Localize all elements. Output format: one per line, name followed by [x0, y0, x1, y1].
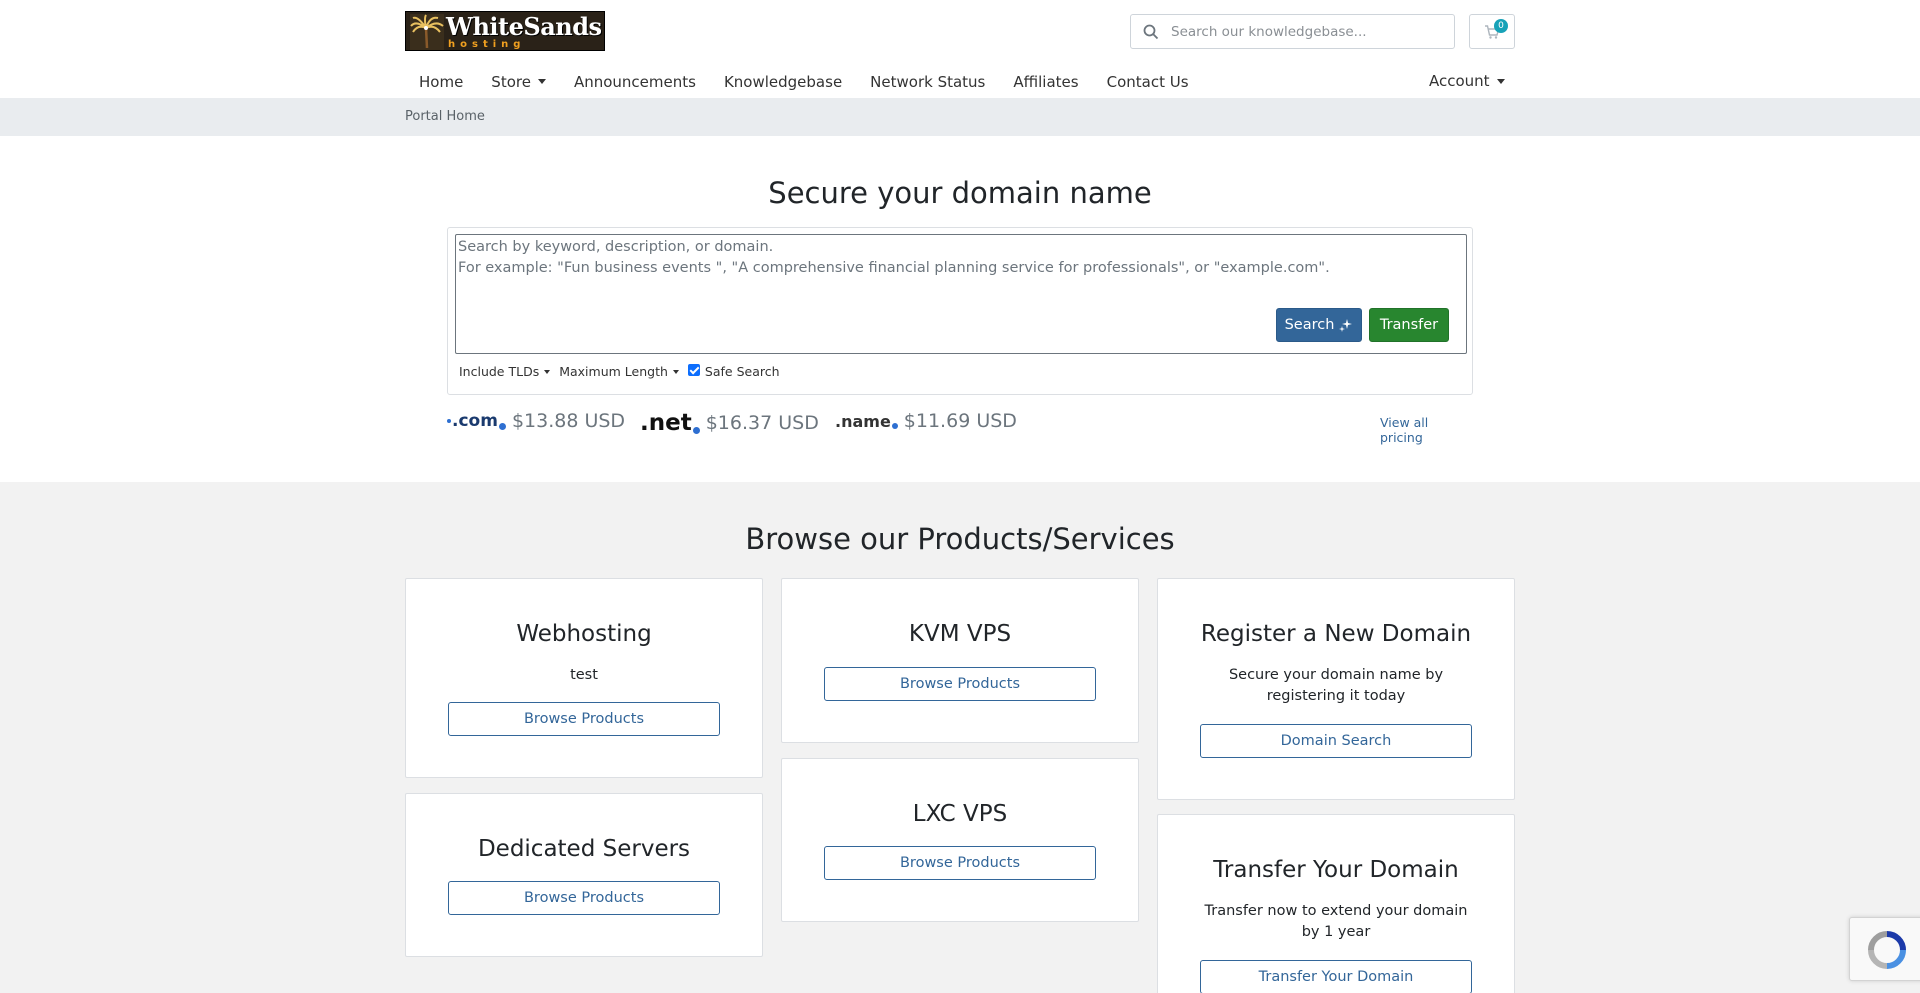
- sparkle-icon: [1339, 319, 1353, 332]
- nav-knowledgebase-label: Knowledgebase: [723, 72, 843, 91]
- tld-name-logo: .name: [835, 412, 898, 431]
- knowledgebase-search-input[interactable]: [1171, 15, 1449, 48]
- lxc-vps-browse-products-button[interactable]: Browse Products: [824, 846, 1096, 880]
- nav-contact-us[interactable]: Contact Us: [1093, 68, 1203, 95]
- nav-affiliates-label: Affiliates: [1013, 72, 1079, 91]
- tld-name-name: .name: [835, 411, 891, 431]
- caret-down-icon: [1496, 78, 1505, 84]
- maximum-length-label: Maximum Length: [559, 364, 668, 379]
- products-section-title: Browse our Products/Services: [745, 522, 1175, 556]
- dot-icon: [447, 419, 451, 423]
- kvm-vps-browse-products-button[interactable]: Browse Products: [824, 667, 1096, 701]
- domain-search-panel: Search by keyword, description, or domai…: [447, 227, 1473, 395]
- nav-store[interactable]: Store: [477, 68, 560, 95]
- product-card-title: Transfer Your Domain: [1213, 857, 1459, 883]
- domain-search-section: Secure your domain name Search by keywor…: [0, 136, 1920, 482]
- tld-com-name: .com: [452, 411, 498, 431]
- caret-down-icon: [537, 79, 546, 84]
- domain-search-placeholder-line1: Search by keyword, description, or domai…: [458, 239, 774, 255]
- dedicated-servers-browse-products-button[interactable]: Browse Products: [448, 881, 720, 915]
- product-card-title: Dedicated Servers: [477, 836, 691, 862]
- nav-home-label: Home: [419, 72, 464, 91]
- webhosting-browse-products-button[interactable]: Browse Products: [448, 702, 720, 736]
- product-card-lxc-vps: LXC VPS Browse Products: [781, 758, 1139, 922]
- tld-com-logo: .com: [447, 411, 506, 431]
- domain-transfer-button[interactable]: Transfer: [1369, 308, 1449, 342]
- product-card-transfer-domain: Transfer Your Domain Transfer now to ext…: [1157, 814, 1515, 993]
- nav-network-status[interactable]: Network Status: [856, 68, 999, 95]
- maximum-length-dropdown[interactable]: Maximum Length: [559, 364, 679, 379]
- view-all-pricing-link[interactable]: View all pricing: [1380, 415, 1473, 445]
- tld-net-price: $16.37 USD: [705, 412, 819, 434]
- nav-affiliates[interactable]: Affiliates: [999, 68, 1092, 95]
- product-card-title: KVM VPS: [908, 621, 1012, 647]
- cart-count-badge: 0: [1494, 19, 1508, 33]
- search-icon: [1143, 24, 1159, 40]
- nav-network-status-label: Network Status: [870, 72, 986, 91]
- tld-name-price: $11.69 USD: [903, 410, 1017, 432]
- caret-down-icon: [672, 369, 679, 374]
- include-tlds-label: Include TLDs: [459, 364, 540, 379]
- domain-search-options: Include TLDs Maximum Length Safe Search: [459, 363, 789, 379]
- tld-pricing-row: .com $13.88 USD .net $16.37 USD .name $1…: [447, 410, 1473, 445]
- product-card-kvm-vps: KVM VPS Browse Products: [781, 578, 1139, 743]
- transfer-domain-card-button[interactable]: Transfer Your Domain: [1200, 960, 1472, 993]
- safe-search-option: Safe Search: [687, 363, 780, 379]
- domain-section-title: Secure your domain name: [768, 176, 1152, 210]
- nav-contact-us-label: Contact Us: [1106, 72, 1189, 91]
- product-card-title: Webhosting: [516, 621, 652, 647]
- tld-com-price: $13.88 USD: [511, 410, 626, 432]
- product-card-title: LXC VPS: [912, 801, 1008, 827]
- domain-search-textarea[interactable]: Search by keyword, description, or domai…: [455, 234, 1467, 354]
- logo-sub-text: hosting: [448, 39, 526, 50]
- knowledgebase-search: [1130, 14, 1455, 49]
- nav-account-label: Account: [1429, 72, 1490, 90]
- dot-icon: [498, 422, 506, 430]
- palm-tree-icon: [410, 14, 444, 50]
- dot-icon: [891, 422, 898, 429]
- site-logo[interactable]: WhiteSands hosting: [405, 11, 605, 51]
- main-nav: Home Store Announcements Knowledgebase N…: [405, 68, 1203, 95]
- nav-announcements[interactable]: Announcements: [560, 68, 710, 95]
- product-card-dedicated-servers: Dedicated Servers Browse Products: [405, 793, 763, 957]
- logo-brand-text: WhiteSands: [446, 12, 602, 41]
- safe-search-checkbox[interactable]: [687, 363, 700, 376]
- tld-com: .com $13.88 USD: [447, 410, 625, 432]
- dot-icon: [692, 426, 700, 434]
- site-header: WhiteSands hosting 0 Home Store Announce…: [0, 0, 1920, 99]
- products-section: Browse our Products/Services Webhosting …: [0, 482, 1920, 993]
- caret-down-icon: [544, 369, 551, 374]
- product-card-register-domain: Register a New Domain Secure your domain…: [1157, 578, 1515, 800]
- include-tlds-dropdown[interactable]: Include TLDs: [459, 364, 551, 379]
- domain-search-card-button[interactable]: Domain Search: [1200, 724, 1472, 758]
- nav-announcements-label: Announcements: [573, 72, 696, 91]
- nav-store-label: Store: [491, 72, 531, 91]
- domain-search-button-label: Search: [1284, 317, 1335, 333]
- tld-net: .net $16.37 USD: [640, 410, 819, 436]
- breadcrumb: Portal Home: [0, 99, 1920, 136]
- product-card-webhosting: Webhosting test Browse Products: [405, 578, 763, 778]
- tld-net-name: .net: [640, 410, 692, 436]
- tld-name: .name $11.69 USD: [835, 410, 1017, 432]
- nav-home[interactable]: Home: [405, 68, 477, 95]
- recaptcha-badge[interactable]: [1849, 917, 1920, 981]
- product-card-title: Register a New Domain: [1200, 621, 1472, 647]
- product-card-desc: Transfer now to extend your domain by 1 …: [1204, 903, 1468, 940]
- nav-account[interactable]: Account: [1415, 70, 1519, 92]
- safe-search-label: Safe Search: [704, 364, 780, 379]
- domain-search-button[interactable]: Search: [1276, 308, 1362, 342]
- tld-net-logo: .net: [640, 410, 700, 436]
- domain-search-placeholder-line2: For example: "Fun business events ", "A …: [458, 260, 1330, 276]
- product-card-desc: Secure your domain name by registering i…: [1228, 667, 1444, 704]
- cart-button[interactable]: 0: [1469, 14, 1515, 49]
- recaptcha-icon: [1868, 931, 1906, 969]
- nav-knowledgebase[interactable]: Knowledgebase: [710, 68, 856, 95]
- product-card-desc: test: [570, 667, 598, 683]
- breadcrumb-portal-home[interactable]: Portal Home: [405, 109, 485, 124]
